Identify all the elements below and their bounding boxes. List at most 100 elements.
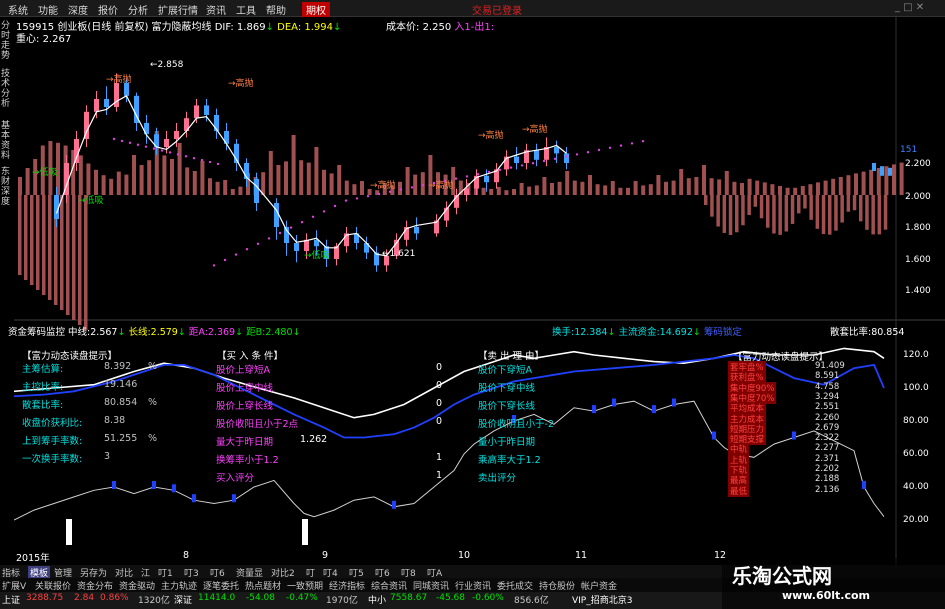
volume-bar [542, 177, 547, 195]
sh-label[interactable]: 上证 [2, 593, 20, 606]
zx-percent: -0.60% [472, 593, 504, 603]
window-controls[interactable]: _ □ ✕ [895, 2, 924, 13]
price-tick-2000: 2.000 [905, 192, 931, 202]
volume-bar [633, 181, 638, 195]
volume-bar [816, 182, 820, 195]
zx-label[interactable]: 中小 [368, 593, 386, 606]
signal-marker [672, 398, 676, 407]
tab-fundamental[interactable]: 基本资料 [1, 121, 12, 161]
volume-bar [854, 173, 858, 195]
volume-bar [337, 165, 342, 195]
volume-bar [861, 171, 866, 195]
extended-tab[interactable]: 关联报价 [35, 579, 71, 592]
extended-tab[interactable]: 主力轨迹 [161, 579, 197, 592]
tab-depth[interactable]: 东财深度 [1, 167, 12, 207]
volume-bar [116, 171, 121, 195]
trend-dot [212, 264, 216, 267]
sz-label[interactable]: 深证 [174, 593, 192, 606]
tab-intraday[interactable]: 分时走势 [1, 21, 12, 61]
menu-bar: 系统 功能 深度 报价 分析 扩展行情 资讯 工具 帮助 期权 交易已登录 _ … [0, 0, 945, 17]
menu-item-function[interactable]: 功能 [38, 2, 58, 17]
watermark-title: 乐淘公式网 [732, 564, 832, 588]
right-panel-value: 2.202 [815, 464, 840, 474]
menu-item-help[interactable]: 帮助 [266, 2, 286, 17]
trend-dot [216, 162, 220, 166]
trend-dot [128, 141, 132, 145]
menu-item-system[interactable]: 系统 [8, 2, 28, 17]
extended-tab[interactable]: 委托成交 [497, 579, 533, 592]
sell-condition: 股价下穿长线 [478, 401, 536, 412]
candle-body [94, 99, 99, 112]
candle-body [554, 147, 559, 154]
volume-bar [603, 185, 608, 195]
volume-bar [664, 181, 668, 195]
extended-tab[interactable]: 行业资讯 [455, 579, 491, 592]
candle-body [484, 175, 489, 183]
volume-bar [846, 175, 851, 195]
menu-item-depth[interactable]: 深度 [68, 2, 88, 17]
trend-dot [608, 146, 612, 149]
menu-item-tools[interactable]: 工具 [236, 2, 256, 17]
volume-bar [784, 195, 789, 232]
login-status[interactable]: 交易已登录 [472, 2, 522, 17]
trend-dot [476, 173, 480, 176]
menu-item-news[interactable]: 资讯 [206, 2, 226, 17]
extended-tab[interactable]: 热点题材 [245, 579, 281, 592]
signal-marker [652, 405, 656, 414]
extended-tab[interactable]: 逐笔委托 [203, 579, 239, 592]
tab-technical[interactable]: 技术分析 [1, 69, 12, 109]
extended-tab[interactable]: 扩展V [2, 579, 26, 592]
volume-bar [572, 180, 577, 195]
vip-account[interactable]: VIP_招商北京3 [572, 593, 632, 606]
candle-body [534, 150, 539, 160]
left-panel-value: 80.854 [104, 397, 138, 408]
extended-tab[interactable]: 帐户资金 [581, 579, 617, 592]
trend-dot [553, 157, 557, 160]
price-tick-1600: 1.600 [905, 255, 931, 265]
volume-bar [785, 187, 790, 195]
volume-bar [671, 180, 676, 195]
volume-bar [512, 189, 516, 195]
candle-body [880, 166, 884, 176]
mid-label: 中线: [68, 327, 91, 338]
volume-bar [846, 195, 851, 212]
extended-tab[interactable]: 综合资讯 [371, 579, 407, 592]
trend-dot [487, 170, 491, 174]
trend-dot [136, 143, 140, 146]
menu-item-extended[interactable]: 扩展行情 [158, 2, 198, 17]
volume-bar [215, 181, 220, 195]
extended-tab[interactable]: 资金驱动 [119, 579, 155, 592]
volume-bar [238, 186, 243, 195]
extended-tab[interactable]: 资金分布 [77, 579, 113, 592]
extended-tab[interactable]: 经济指标 [329, 579, 365, 592]
extended-tab[interactable]: 一致预期 [287, 579, 323, 592]
trend-dot [575, 153, 579, 156]
volume-bar [496, 187, 501, 195]
extended-tab[interactable]: 持仓股份 [539, 579, 575, 592]
menu-item-options[interactable]: 期权 [302, 2, 330, 17]
volume-bar [86, 163, 91, 195]
trend-dot [366, 195, 370, 198]
trend-dot [300, 221, 304, 224]
volume-bar [709, 178, 714, 195]
trend-dot [597, 148, 601, 152]
volume-bar [704, 195, 708, 205]
menu-item-quote[interactable]: 报价 [98, 2, 118, 17]
trend-dot [192, 157, 196, 160]
sub-header-right: 换手:12.384↓ 主流资金:14.692↓ 筹码锁定 [552, 327, 742, 338]
signal-marker [232, 494, 236, 503]
volume-bar [797, 195, 801, 214]
volume-bar [405, 167, 410, 195]
sub-tick-20: 20.00 [903, 515, 929, 525]
zx-amount: 856.6亿 [514, 596, 549, 606]
volume-bar [740, 183, 744, 195]
volume-bar [208, 178, 212, 195]
menu-item-analysis[interactable]: 分析 [128, 2, 148, 17]
b-value: 2.480 [265, 327, 293, 338]
sell-condition: 量小于昨日期 [478, 437, 536, 448]
extended-tab[interactable]: 同城资讯 [413, 579, 449, 592]
signal-marker [612, 398, 616, 407]
main-fund-label: 主流资金: [618, 327, 660, 338]
volume-bar [793, 187, 798, 195]
volume-bar [770, 184, 775, 195]
